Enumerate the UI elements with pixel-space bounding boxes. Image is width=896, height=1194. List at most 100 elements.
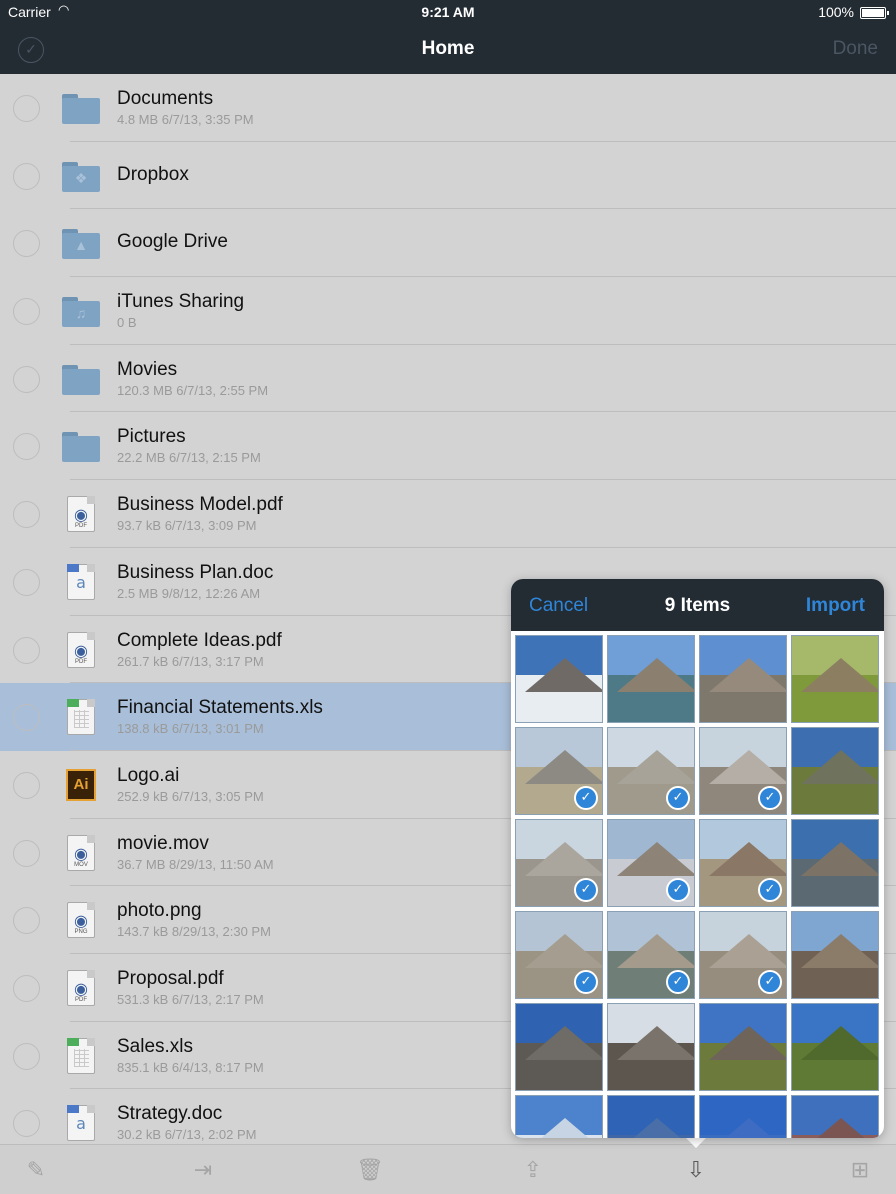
file-row[interactable]: ♫ iTunes Sharing 0 B [0, 277, 896, 345]
select-radio[interactable] [13, 636, 40, 664]
popover-header: Cancel 9 Items Import [511, 579, 884, 631]
checkmark-icon: ✓ [758, 878, 782, 902]
photo-thumbnail[interactable] [791, 819, 879, 907]
file-name: Proposal.pdf [117, 967, 224, 989]
select-radio[interactable] [13, 974, 40, 1002]
photo-thumbnail[interactable] [791, 727, 879, 815]
pdf-file-icon: ◉ PDF [62, 631, 100, 668]
file-row[interactable]: Pictures 22.2 MB 6/7/13, 2:15 PM [0, 412, 896, 481]
checkmark-icon: ✓ [666, 970, 690, 994]
folder-glyph-icon: ❖ [74, 169, 88, 186]
select-radio[interactable] [13, 95, 40, 122]
ai-label: Ai [66, 768, 96, 801]
import-button[interactable]: Import [806, 595, 865, 617]
photo-thumbnail[interactable]: ✓ [699, 911, 787, 999]
photo-thumbnail[interactable] [699, 635, 787, 723]
select-radio[interactable] [13, 704, 40, 732]
photo-thumbnail[interactable]: ✓ [699, 819, 787, 907]
select-radio[interactable] [13, 907, 40, 935]
file-name: Logo.ai [117, 764, 180, 786]
select-radio[interactable] [13, 568, 40, 596]
folder-icon: ▲ [62, 225, 100, 261]
select-radio[interactable] [13, 298, 40, 326]
illustrator-file-icon: Ai [62, 767, 100, 803]
share-icon[interactable]: ⇪ [519, 1157, 547, 1185]
folder-icon [62, 90, 100, 126]
select-radio[interactable] [13, 230, 40, 258]
checkmark-icon: ✓ [666, 878, 690, 902]
checkmark-icon: ✓ [666, 786, 690, 810]
select-radio[interactable] [13, 1042, 40, 1070]
pencil-icon[interactable]: ✎ [22, 1157, 50, 1185]
select-radio[interactable] [13, 1110, 40, 1138]
bottom-toolbar: ✎ ⇥ 🗑 ⇪ ⇩ ⊞ [0, 1144, 896, 1194]
file-row[interactable]: ◉ PDF Business Model.pdf 93.7 kB 6/7/13, 3:… [0, 480, 896, 548]
file-type-tag: MOV [74, 861, 88, 868]
select-radio[interactable] [13, 501, 40, 529]
photo-thumbnail[interactable] [607, 635, 695, 723]
checkmark-icon: ✓ [758, 970, 782, 994]
photo-thumbnail[interactable] [515, 635, 603, 723]
photo-thumbnail[interactable] [699, 1003, 787, 1091]
photo-thumbnail[interactable]: ✓ [515, 819, 603, 907]
file-type-tag: PDF [75, 523, 87, 530]
checkmark-icon: ✓ [574, 970, 598, 994]
pdf-file-icon: ◉ PDF [62, 969, 100, 1006]
file-name: Strategy.doc [117, 1103, 223, 1125]
file-row[interactable]: Documents 4.8 MB 6/7/13, 3:35 PM [0, 74, 896, 142]
trash-icon[interactable]: 🗑 [356, 1157, 384, 1185]
status-bar: Carrier ◠ 9:21 AM 100% [0, 0, 896, 26]
select-radio[interactable] [13, 433, 40, 461]
select-radio[interactable] [13, 771, 40, 799]
new-folder-icon[interactable]: ⊞ [846, 1157, 874, 1185]
photo-thumbnail[interactable]: ✓ [515, 911, 603, 999]
folder-glyph-icon: ♫ [75, 305, 87, 322]
file-row[interactable]: ❖ Dropbox [0, 142, 896, 210]
select-radio[interactable] [13, 839, 40, 867]
file-meta: 36.7 MB 8/29/13, 11:50 AM [117, 856, 274, 872]
photo-thumbnail[interactable]: ✓ [607, 727, 695, 815]
photo-thumbnail[interactable] [791, 1095, 879, 1138]
import-icon[interactable]: ⇩ [682, 1157, 710, 1185]
photo-thumbnail[interactable] [791, 911, 879, 999]
photo-thumbnail[interactable] [607, 1003, 695, 1091]
file-name: Google Drive [117, 231, 228, 253]
checkmark-icon: ✓ [758, 786, 782, 810]
file-meta: 138.8 kB 6/7/13, 3:01 PM [117, 721, 264, 737]
photo-thumbnail[interactable] [699, 1095, 787, 1138]
photo-thumbnail[interactable]: ✓ [699, 727, 787, 815]
select-radio[interactable] [13, 162, 40, 190]
done-button[interactable]: Done [833, 38, 878, 60]
move-icon[interactable]: ⇥ [189, 1157, 217, 1185]
folder-icon [62, 428, 100, 464]
file-name: Business Plan.doc [117, 561, 274, 583]
checkmark-icon: ✓ [574, 878, 598, 902]
photo-thumbnail[interactable] [515, 1003, 603, 1091]
photo-thumbnail[interactable] [791, 635, 879, 723]
folder-icon: ❖ [62, 158, 100, 194]
file-row[interactable]: ▲ Google Drive [0, 209, 896, 278]
file-name: iTunes Sharing [117, 291, 245, 313]
file-name: Sales.xls [117, 1035, 194, 1057]
file-meta: 4.8 MB 6/7/13, 3:35 PM [117, 112, 254, 127]
import-popover: Cancel 9 Items Import ✓ ✓ ✓ ✓ ✓ ✓ ✓ ✓ ✓ [511, 579, 884, 1138]
file-name: Financial Statements.xls [117, 697, 323, 719]
select-radio[interactable] [13, 365, 40, 393]
photo-thumbnail[interactable] [607, 1095, 695, 1138]
photo-thumbnail[interactable] [515, 1095, 603, 1138]
photo-thumbnail[interactable] [791, 1003, 879, 1091]
checkmark-icon: ✓ [574, 786, 598, 810]
file-meta: 143.7 kB 8/29/13, 2:30 PM [117, 924, 271, 940]
file-meta: 30.2 kB 6/7/13, 2:02 PM [117, 1127, 257, 1143]
file-name: Movies [117, 358, 178, 380]
file-row[interactable]: Movies 120.3 MB 6/7/13, 2:55 PM [0, 345, 896, 413]
image-file-icon: ◉ PNG [62, 902, 100, 939]
file-meta: 2.5 MB 9/8/12, 12:26 AM [117, 585, 261, 601]
photo-thumbnail[interactable]: ✓ [515, 727, 603, 815]
folder-icon: ♫ [62, 293, 100, 329]
doc-file-icon: a [62, 563, 100, 600]
photo-thumbnail[interactable]: ✓ [607, 819, 695, 907]
file-name: photo.png [117, 900, 202, 922]
photo-thumbnail[interactable]: ✓ [607, 911, 695, 999]
pdf-file-icon: ◉ PDF [62, 496, 100, 533]
